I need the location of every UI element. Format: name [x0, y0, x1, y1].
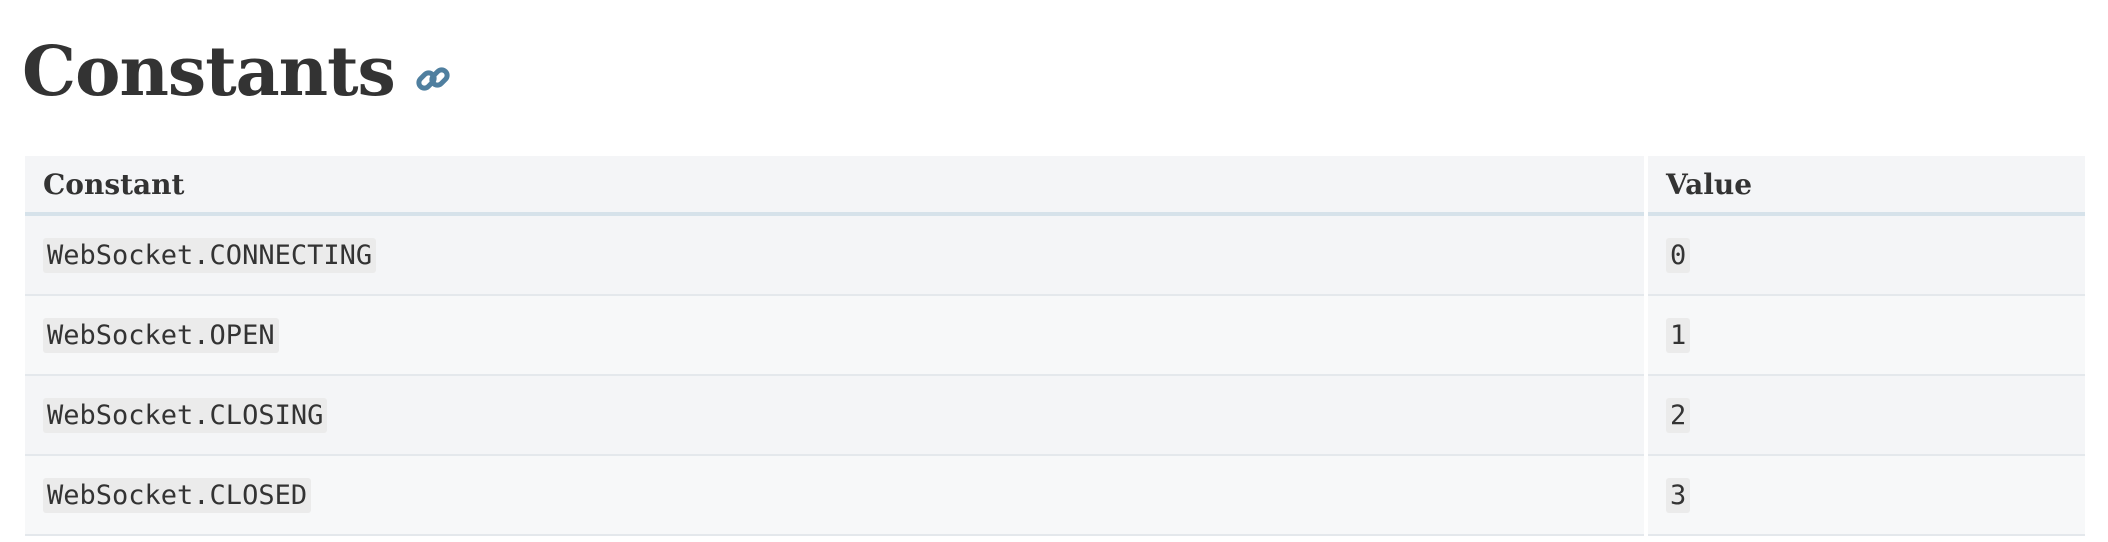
- table-row: WebSocket.CLOSING 2: [25, 376, 2085, 456]
- constant-cell: WebSocket.CLOSED: [25, 456, 1644, 536]
- page-title: Constants: [22, 32, 396, 112]
- value-cell: 0: [1648, 216, 2085, 296]
- value-cell: 3: [1648, 456, 2085, 536]
- constant-code: WebSocket.OPEN: [43, 317, 279, 353]
- constant-cell: WebSocket.OPEN: [25, 296, 1644, 376]
- column-header-constant: Constant: [25, 156, 1644, 216]
- table-header-row: Constant Value: [25, 156, 2085, 216]
- constant-cell: WebSocket.CONNECTING: [25, 216, 1644, 296]
- constant-code: WebSocket.CLOSED: [43, 477, 312, 513]
- value-code: 2: [1666, 397, 1691, 433]
- value-cell: 1: [1648, 296, 2085, 376]
- link-icon[interactable]: [415, 61, 451, 97]
- value-code: 1: [1666, 317, 1691, 353]
- value-code: 0: [1666, 237, 1691, 273]
- constants-table: Constant Value WebSocket.CONNECTING 0 We…: [25, 156, 2085, 536]
- column-header-value: Value: [1648, 156, 2085, 216]
- table-row: WebSocket.CONNECTING 0: [25, 216, 2085, 296]
- constant-code: WebSocket.CONNECTING: [43, 237, 377, 273]
- constant-code: WebSocket.CLOSING: [43, 397, 328, 433]
- table-row: WebSocket.CLOSED 3: [25, 456, 2085, 536]
- value-code: 3: [1666, 477, 1691, 513]
- constant-cell: WebSocket.CLOSING: [25, 376, 1644, 456]
- value-cell: 2: [1648, 376, 2085, 456]
- section-heading: Constants: [22, 22, 451, 122]
- table-row: WebSocket.OPEN 1: [25, 296, 2085, 376]
- table-body: WebSocket.CONNECTING 0 WebSocket.OPEN 1 …: [25, 216, 2085, 536]
